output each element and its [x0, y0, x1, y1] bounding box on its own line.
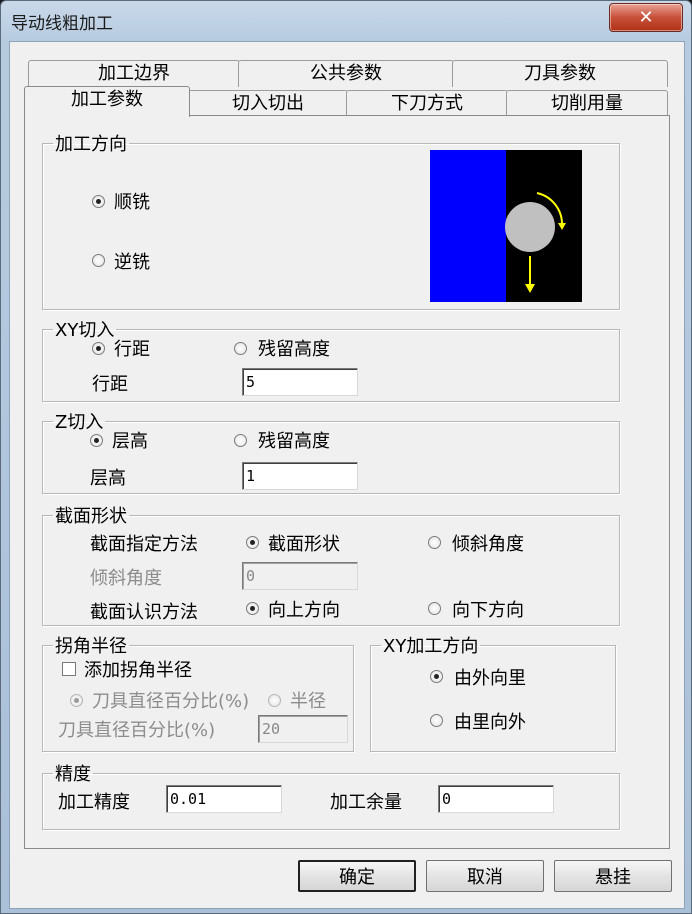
dialog-window: 导动线粗加工 ✕ 加工边界 公共参数 刀具参数 加工参数 切入切出 下刀方式 切…: [0, 0, 692, 914]
window-title: 导动线粗加工: [11, 14, 113, 34]
close-icon: ✕: [638, 7, 654, 28]
corner-radius-value-label: 半径: [290, 691, 326, 712]
xy-residual-height-label: 残留高度: [258, 339, 330, 360]
milling-direction-preview: [430, 150, 582, 302]
climb-milling-label: 顺铣: [114, 192, 150, 213]
xy-residual-height-radio[interactable]: [234, 342, 247, 355]
climb-milling-radio[interactable]: [92, 195, 105, 208]
z-residual-height-radio[interactable]: [234, 434, 247, 447]
suspend-button[interactable]: 悬挂: [554, 860, 672, 892]
section-spec-shape-radio[interactable]: [246, 536, 259, 549]
section-spec-angle-radio[interactable]: [428, 536, 441, 549]
recognition-down-label: 向下方向: [452, 600, 524, 621]
close-button[interactable]: ✕: [609, 3, 683, 32]
panel-content: 加工方向 顺铣 逆铣 XY切入 行距 残留高度 行距 5 Z切入 层高 残留高度…: [10, 42, 684, 908]
inside-out-label: 由里向外: [454, 712, 526, 733]
group-legend: XY加工方向: [383, 636, 479, 657]
z-layer-height-field-label: 层高: [90, 468, 126, 489]
xy-pitch-radio[interactable]: [92, 342, 105, 355]
outside-in-radio[interactable]: [430, 670, 443, 683]
tool-diameter-percent-radio[interactable]: [70, 694, 83, 707]
conventional-milling-label: 逆铣: [114, 252, 150, 273]
inside-out-radio[interactable]: [430, 714, 443, 727]
add-corner-radius-checkbox[interactable]: [62, 662, 76, 676]
cancel-button[interactable]: 取消: [426, 860, 544, 892]
machining-tolerance-input[interactable]: [166, 785, 282, 813]
title-bar[interactable]: 导动线粗加工 ✕: [1, 1, 691, 41]
z-residual-height-label: 残留高度: [258, 431, 330, 452]
tilt-angle-label: 倾斜角度: [90, 568, 162, 589]
group-legend: 截面形状: [55, 506, 127, 527]
ok-button[interactable]: 确定: [298, 860, 416, 892]
preview-material: [430, 150, 506, 302]
group-legend: XY切入: [55, 320, 115, 341]
section-spec-method-label: 截面指定方法: [90, 534, 198, 555]
xy-pitch-input[interactable]: [242, 368, 358, 396]
group-legend: Z切入: [55, 412, 104, 433]
machining-tolerance-label: 加工精度: [58, 792, 130, 813]
tool-diameter-percent-field-label: 刀具直径百分比(%): [58, 720, 216, 741]
add-corner-radius-label: 添加拐角半径: [84, 660, 192, 681]
xy-machining-direction-group: XY加工方向: [370, 632, 616, 752]
dialog-client-area: 加工边界 公共参数 刀具参数 加工参数 切入切出 下刀方式 切削用量 加工方向: [9, 41, 685, 909]
outside-in-label: 由外向里: [454, 668, 526, 689]
z-layer-height-option-label: 层高: [112, 431, 148, 452]
section-recognition-method-label: 截面认识方法: [90, 602, 198, 623]
group-legend: 拐角半径: [55, 636, 127, 657]
z-layer-height-input[interactable]: [242, 462, 358, 490]
z-layer-height-radio[interactable]: [90, 434, 103, 447]
conventional-milling-radio[interactable]: [92, 254, 105, 267]
recognition-up-radio[interactable]: [246, 602, 259, 615]
group-legend: 精度: [55, 764, 91, 785]
corner-radius-value-radio[interactable]: [268, 694, 281, 707]
section-spec-angle-label: 倾斜角度: [452, 534, 524, 555]
recognition-up-label: 向上方向: [268, 600, 340, 621]
section-spec-shape-label: 截面形状: [268, 534, 340, 555]
tool-diameter-percent-option-label: 刀具直径百分比(%): [92, 691, 250, 712]
xy-pitch-field-label: 行距: [92, 374, 128, 395]
preview-tool-circle: [505, 202, 555, 252]
xy-pitch-option-label: 行距: [114, 339, 150, 360]
machining-allowance-label: 加工余量: [330, 792, 402, 813]
group-legend: 加工方向: [55, 134, 127, 155]
recognition-down-radio[interactable]: [428, 602, 441, 615]
machining-allowance-input[interactable]: [438, 785, 554, 813]
tool-diameter-percent-input[interactable]: [258, 715, 348, 743]
tilt-angle-input[interactable]: [242, 562, 358, 590]
